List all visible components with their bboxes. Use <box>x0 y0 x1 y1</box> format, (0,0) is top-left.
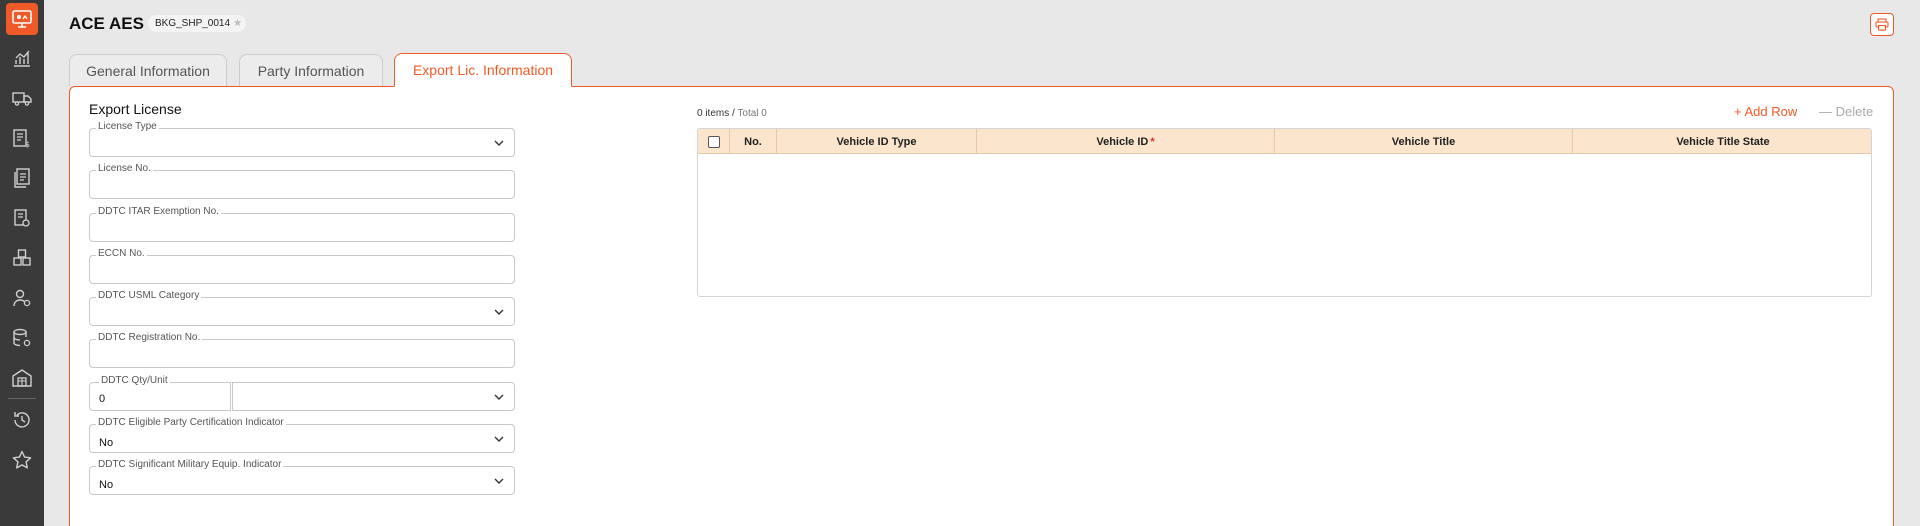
column-label: Vehicle Title State <box>1676 135 1770 148</box>
section-title: Export License <box>89 101 182 117</box>
field-value: No <box>99 437 114 449</box>
grid-header-vehicle-id-type[interactable]: Vehicle ID Type <box>777 129 977 154</box>
column-label: Vehicle ID Type <box>836 135 917 148</box>
printer-icon <box>1875 18 1889 31</box>
license-no-input[interactable]: License No. <box>89 163 515 199</box>
grid-header-vehicle-title-state[interactable]: Vehicle Title State <box>1573 129 1871 154</box>
license-type-select[interactable]: License Type <box>89 121 515 157</box>
chevron-down-icon <box>494 309 504 315</box>
minus-icon: — <box>1819 104 1832 119</box>
chevron-down-icon <box>494 436 504 442</box>
field-label: DDTC USML Category <box>96 290 202 301</box>
analytics-icon[interactable] <box>0 38 44 78</box>
ddtc-unit-select[interactable] <box>232 382 515 411</box>
required-marker: * <box>1150 135 1155 148</box>
tab-label: General Information <box>86 62 210 79</box>
plus-icon: + <box>1734 104 1742 119</box>
add-row-button[interactable]: + Add Row <box>1734 104 1797 119</box>
column-label: Vehicle Title <box>1391 135 1456 148</box>
grid-total: Total 0 <box>737 108 767 119</box>
column-label: Vehicle ID <box>1096 135 1149 148</box>
page-title: ACE AES <box>69 14 144 33</box>
chevron-down-icon <box>494 140 504 146</box>
tab-party-information[interactable]: Party Information <box>239 54 383 86</box>
delete-row-button[interactable]: — Delete <box>1819 104 1873 119</box>
grid-header-select <box>698 129 730 154</box>
ddtc-eligible-party-select[interactable]: DDTC Eligible Party Certification Indica… <box>89 417 515 453</box>
field-label: DDTC Registration No. <box>96 332 203 343</box>
history-icon[interactable] <box>0 400 44 440</box>
vehicle-grid: No. Vehicle ID Type Vehicle ID * Vehicle … <box>697 128 1872 297</box>
grid-item-count: 0 items / Total 0 <box>697 108 767 119</box>
truck-icon[interactable] <box>0 78 44 118</box>
document-settings-icon[interactable] <box>0 198 44 238</box>
grid-header-vehicle-title[interactable]: Vehicle Title <box>1275 129 1573 154</box>
favorite-star-icon[interactable]: ★ <box>233 15 242 32</box>
sidebar-divider <box>8 398 36 399</box>
field-label: DDTC Qty/Unit <box>99 375 170 386</box>
field-value: No <box>99 479 114 491</box>
app-logo-icon[interactable] <box>6 3 38 35</box>
billing-icon[interactable]: $ <box>0 118 44 158</box>
user-settings-icon[interactable] <box>0 278 44 318</box>
documents-icon[interactable] <box>0 158 44 198</box>
select-all-checkbox[interactable] <box>707 135 720 148</box>
ddtc-qty-input[interactable]: DDTC Qty/Unit 0 <box>89 375 231 411</box>
ddtc-itar-exemption-input[interactable]: DDTC ITAR Exemption No. <box>89 206 515 242</box>
field-label: DDTC Significant Military Equip. Indicat… <box>96 459 284 470</box>
ddtc-usml-category-select[interactable]: DDTC USML Category <box>89 290 515 326</box>
tab-label: Export Lic. Information <box>412 62 554 78</box>
grid-header-vehicle-id[interactable]: Vehicle ID * <box>977 129 1275 154</box>
ddtc-significant-military-select[interactable]: DDTC Significant Military Equip. Indicat… <box>89 459 515 495</box>
column-label: No. <box>744 135 762 148</box>
warehouse-icon[interactable] <box>0 358 44 398</box>
sidebar: $ <box>0 0 44 526</box>
chevron-down-icon <box>494 478 504 484</box>
ddtc-registration-no-input[interactable]: DDTC Registration No. <box>89 332 515 368</box>
grid-header-no[interactable]: No. <box>730 129 777 154</box>
chevron-down-icon <box>494 394 504 400</box>
tab-export-lic-information[interactable]: Export Lic. Information <box>394 53 572 87</box>
field-label: License Type <box>96 121 159 132</box>
export-license-panel: Export License License Type License No. … <box>69 86 1894 526</box>
booking-badge: BKG_SHP_0014 ★ <box>148 15 247 32</box>
field-label: ECCN No. <box>96 248 147 259</box>
grid-header-row: No. Vehicle ID Type Vehicle ID * Vehicle … <box>698 129 1871 154</box>
field-label: DDTC Eligible Party Certification Indica… <box>96 417 286 428</box>
eccn-no-input[interactable]: ECCN No. <box>89 248 515 284</box>
grid-items: 0 items <box>697 108 730 119</box>
svg-text:$: $ <box>25 140 30 149</box>
booking-badge-label: BKG_SHP_0014 <box>155 18 231 29</box>
field-value: 0 <box>99 393 106 405</box>
field-label: DDTC ITAR Exemption No. <box>96 206 221 217</box>
database-settings-icon[interactable] <box>0 318 44 358</box>
field-label: License No. <box>96 163 153 174</box>
print-button[interactable] <box>1870 13 1894 36</box>
packages-icon[interactable] <box>0 238 44 278</box>
delete-label: Delete <box>1835 104 1874 119</box>
tab-general-information[interactable]: General Information <box>69 54 227 86</box>
tab-label: Party Information <box>257 62 365 79</box>
add-row-label: Add Row <box>1744 104 1798 119</box>
star-icon[interactable] <box>0 440 44 480</box>
